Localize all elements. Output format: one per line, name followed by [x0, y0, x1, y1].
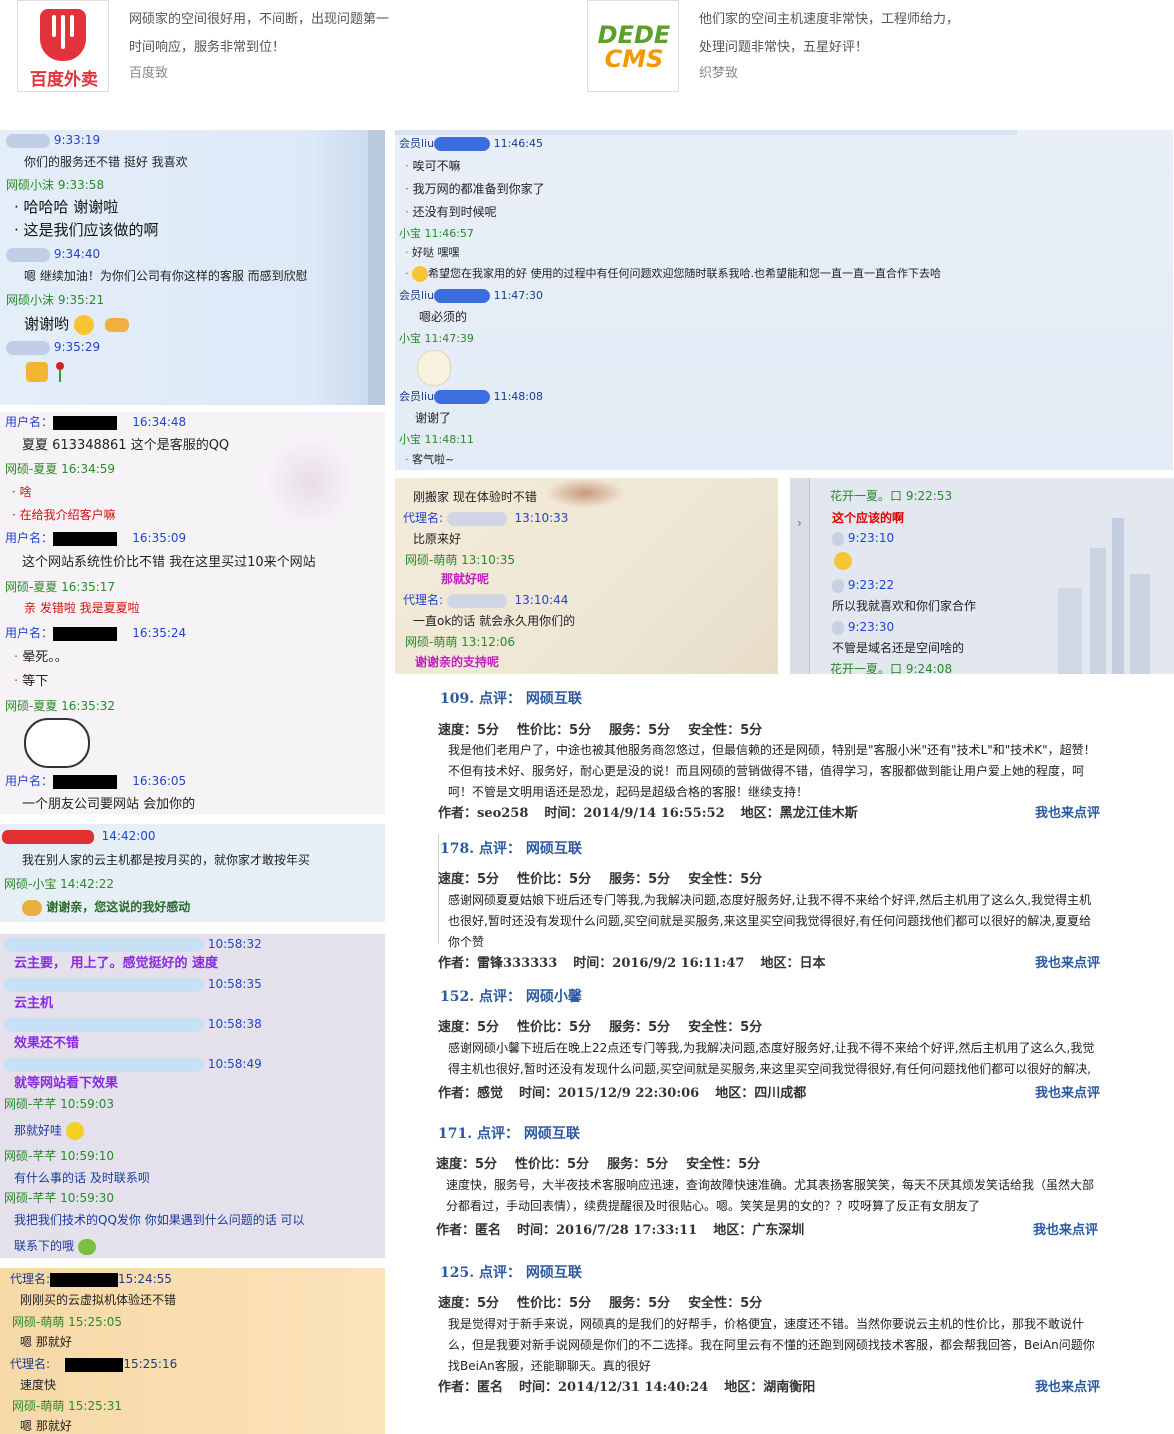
review-body: 我是觉得对于新手来说，网硕真的是我们的好帮手，价格便宜，速度还不错。当然你要说云… [448, 1317, 1095, 1373]
review-body: 感谢网硕小馨下班后在晚上22点还专门等我,为我解决问题,态度好服务好,让我不得不… [448, 1041, 1095, 1076]
smile-emoji-icon [412, 266, 428, 282]
testimonial-baidu: 百度外卖 网硕家的空间很好用，不间断，出现问题第一 时间响应，服务非常到位！ 百… [17, 0, 437, 100]
testimonial-text: 网硕家的空间很好用，不间断，出现问题第一 时间响应，服务非常到位！ [129, 12, 390, 55]
smile-emoji-icon [73, 314, 94, 335]
review-scores: 速度：5分 性价比：5分 服务：5分 安全性：5分 [438, 872, 763, 887]
chevron-right-icon[interactable]: › [797, 516, 802, 530]
review-title: 152. 点评： 网硕小馨 [440, 989, 582, 1005]
baidu-waimai-logo: 百度外卖 [17, 0, 109, 92]
frog-emoji-icon [77, 1238, 96, 1255]
review-title: 171. 点评： 网硕互联 [438, 1126, 580, 1142]
chat-screenshot-8: 代理名: 15:24:55 刚刚买的云虚拟机体验还不错 网硕-萌萌 15:25:0… [0, 1268, 385, 1434]
cartoon-sticker-icon [417, 350, 451, 386]
testimonial-text: 他们家的空间主机速度非常快，工程师给力， 处理问题非常快，五星好评！ [699, 12, 960, 55]
review-footer: 作者：感觉 时间：2015/12/9 22:30:06 地区：四川成都 [438, 1086, 807, 1101]
review-body: 感谢网硕夏夏姑娘下班后还专门等我,为我解决问题,态度好服务好,让我不得不来给个好… [448, 893, 1092, 949]
review-footer: 作者：seo258 时间：2014/9/14 16:55:52 地区：黑龙江佳木斯 [438, 806, 858, 821]
review-body: 我是他们老用户了，中途也被其他服务商忽悠过，但最信赖的还是网硕，特别是"客服小米… [448, 743, 1096, 799]
add-review-link[interactable]: 我也来点评 [1033, 1219, 1098, 1238]
dedecms-logo: DEDE CMS [587, 0, 679, 92]
review-scores: 速度：5分 性价比：5分 服务：5分 安全性：5分 [438, 723, 763, 738]
review-scores: 速度：5分 性价比：5分 服务：5分 安全性：5分 [436, 1157, 761, 1172]
chat-screenshot-6: 14:42:00 我在别人家的云主机都是按月买的，就你家才敢按年买 网硕-小宝 … [0, 824, 385, 922]
testimonial-author: 百度致 [129, 66, 169, 81]
review-footer: 作者：雷锋333333 时间：2016/9/2 16:11:47 地区：日本 [438, 956, 826, 971]
handshake-icon [104, 317, 129, 332]
review-item: 178. 点评： 网硕互联 速度：5分 性价比：5分 服务：5分 安全性：5分 感谢网… [438, 834, 1110, 978]
add-review-link[interactable]: 我也来点评 [1035, 1082, 1100, 1101]
crying-sticker-icon [24, 718, 90, 768]
review-footer: 作者：匿名 时间：2014/12/31 14:40:24 地区：湖南衡阳 [438, 1380, 816, 1395]
add-review-link[interactable]: 我也来点评 [1035, 1376, 1100, 1395]
testimonial-dedecms: DEDE CMS 他们家的空间主机速度非常快，工程师给力， 处理问题非常快，五星… [587, 0, 1007, 100]
review-footer: 作者：匿名 时间：2016/7/28 17:33:11 地区：广东深圳 [436, 1223, 805, 1238]
add-review-link[interactable]: 我也来点评 [1035, 802, 1100, 821]
rose-icon [56, 362, 64, 370]
review-title: 125. 点评： 网硕互联 [440, 1265, 582, 1281]
review-title: 109. 点评： 网硕互联 [440, 691, 582, 707]
chat-screenshot-3: 用户名： 16:34:48 夏夏 613348861 这个是客服的QQ 网硕-夏… [0, 412, 385, 814]
review-item: 125. 点评： 网硕互联 速度：5分 性价比：5分 服务：5分 安全性：5分 我是觉… [438, 1262, 1110, 1402]
review-title: 178. 点评： 网硕互联 [440, 841, 582, 857]
smile-emoji-icon [834, 552, 852, 570]
fork-icon [40, 9, 86, 61]
smile-emoji-icon [65, 1122, 84, 1140]
baidu-logo-text: 百度外卖 [30, 70, 98, 90]
testimonial-author: 织梦致 [699, 66, 739, 81]
review-scores: 速度：5分 性价比：5分 服务：5分 安全性：5分 [438, 1296, 763, 1311]
review-item: 152. 点评： 网硕小馨 速度：5分 性价比：5分 服务：5分 安全性：5分 感谢网… [438, 986, 1110, 1106]
review-item: 171. 点评： 网硕互联 速度：5分 性价比：5分 服务：5分 安全性：5分 速度快… [436, 1123, 1108, 1243]
chat-screenshot-7: 10:58:32 云主要， 用上了。感觉挺好的 速度 10:58:35 云主机 … [0, 934, 385, 1258]
review-scores: 速度：5分 性价比：5分 服务：5分 安全性：5分 [438, 1020, 763, 1035]
chat-screenshot-5: › 花开一夏。口 9:22:53 这个应该的啊 9:23:10 9:23:22 … [790, 478, 1174, 674]
chat-screenshot-1: 9:33:19 你们的服务还不错 挺好 我喜欢 网硕小沫 9:33:58 · 哈… [0, 130, 385, 405]
flower-icon [22, 899, 42, 916]
add-review-link[interactable]: 我也来点评 [1035, 952, 1100, 971]
review-body: 速度快，服务号，大半夜技术客服响应迅速，查询故障快速准确。尤其表扬客服笑笑，每天… [446, 1178, 1095, 1213]
chat-screenshot-2: 会员liu 11:46:45 · 唉可不嘛 · 我万网的都准备到你家了 · 还没… [395, 130, 1173, 470]
review-item: 109. 点评： 网硕互联 速度：5分 性价比：5分 服务：5分 安全性：5分 我是他… [438, 688, 1110, 828]
thumbs-up-icon [26, 362, 48, 382]
chat-screenshot-4: 刚搬家 现在体验时不错 代理名: 13:10:33 比原来好 网硕-萌萌 13:… [395, 478, 778, 674]
